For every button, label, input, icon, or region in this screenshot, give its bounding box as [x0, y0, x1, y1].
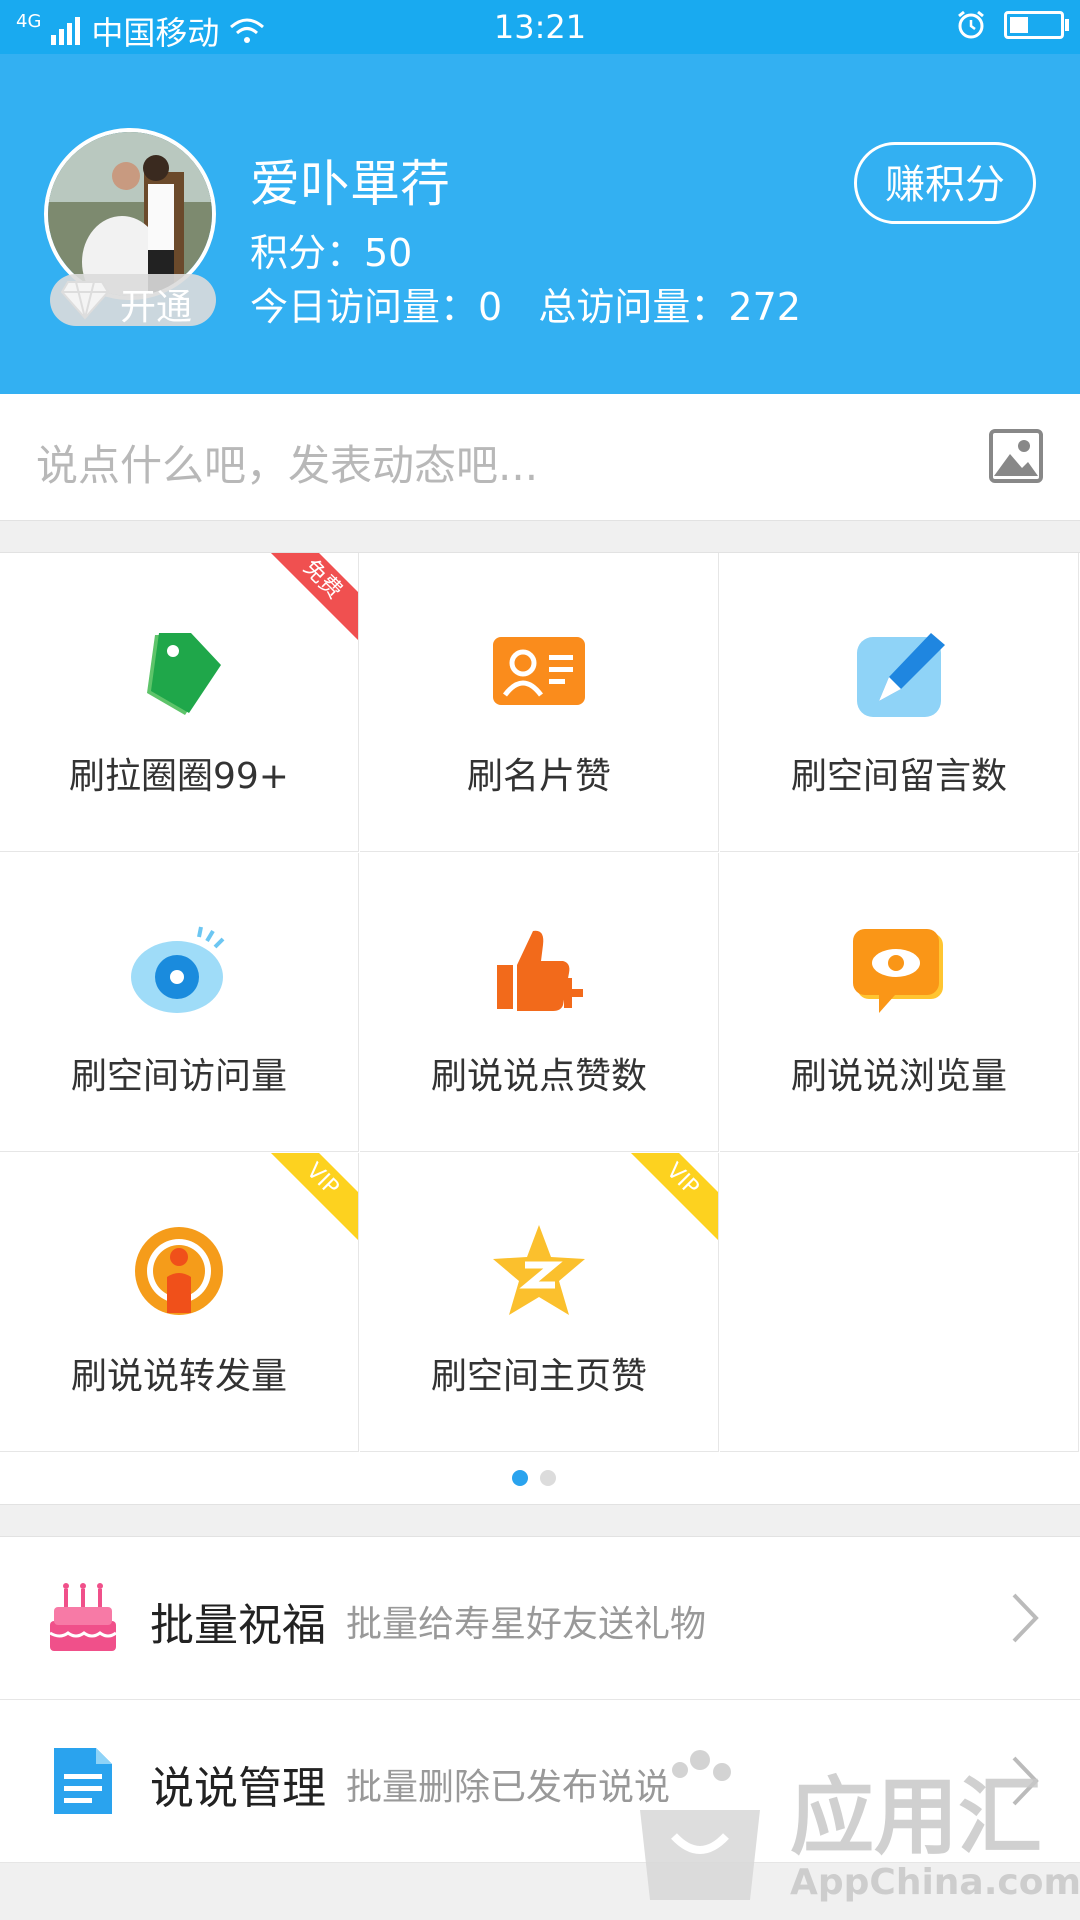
tag-icon — [147, 633, 221, 715]
grid-item-homepage-likes[interactable]: 刷空间主页赞 VIP — [360, 1153, 719, 1452]
page-dot[interactable] — [540, 1470, 556, 1486]
page-dot-active[interactable] — [512, 1470, 528, 1486]
grid-item-label: 刷名片赞 — [466, 756, 611, 797]
document-icon — [54, 1748, 112, 1814]
cake-icon — [49, 1583, 117, 1651]
status-time: 13:21 — [493, 8, 587, 46]
grid-item-label: 刷拉圈圈99+ — [69, 756, 289, 797]
grid-item-label: 刷空间主页赞 — [430, 1356, 647, 1397]
profile-header: 开通 爱卟單荇 积分：50 今日访问量：0 总访问量：272 赚积分 — [0, 54, 1080, 394]
alarm-icon — [958, 10, 984, 39]
username: 爱卟單荇 — [250, 155, 450, 213]
broadcast-person-icon — [135, 1227, 223, 1315]
grid-item-post-likes[interactable]: 刷说说点赞数 — [360, 853, 719, 1152]
thumbs-up-plus-icon — [497, 930, 583, 1011]
grid-item-label: 刷空间留言数 — [790, 756, 1007, 797]
list-item-desc: 批量删除已发布说说 — [346, 1767, 671, 1808]
image-icon[interactable] — [988, 428, 1044, 484]
points-label: 积分：50 — [250, 231, 413, 275]
appchina-watermark: 应用汇 AppChina.com — [630, 1730, 1080, 1920]
post-composer[interactable]: 说点什么吧，发表动态吧... — [0, 394, 1080, 521]
list-item-batch-blessing[interactable]: 批量祝福 批量给寿星好友送礼物 — [0, 1537, 1080, 1700]
watermark-brand: 应用汇 — [790, 1768, 1043, 1866]
grid-item-card-likes[interactable]: 刷名片赞 — [360, 553, 719, 852]
qzone-star-icon — [493, 1225, 585, 1315]
status-right — [956, 10, 1069, 40]
page-indicator — [0, 1452, 1080, 1505]
vip-ribbon: VIP — [620, 1153, 718, 1242]
vip-ribbon: VIP — [260, 1153, 358, 1242]
vip-open-button[interactable]: 开通 — [50, 274, 216, 328]
grid-item-messages[interactable]: 刷空间留言数 — [720, 553, 1079, 852]
list-item-title: 说说管理 — [150, 1763, 326, 1814]
feature-grid: 刷拉圈圈99+ 免费 刷名片赞 刷空间留言数 刷空间访问量 刷说说点赞数 刷说说… — [0, 552, 1080, 1453]
status-bar: 4G 中国移动 13:21 — [0, 0, 1080, 54]
eye-bubble-icon — [853, 929, 943, 1013]
list-item-title: 批量祝福 — [150, 1600, 326, 1651]
diamond-icon — [60, 281, 110, 320]
grid-item-label: 刷说说转发量 — [70, 1356, 287, 1397]
composer-placeholder: 说点什么吧，发表动态吧... — [36, 441, 539, 490]
vip-open-label: 开通 — [120, 287, 193, 328]
battery-icon — [1004, 11, 1069, 39]
id-card-icon — [493, 637, 585, 705]
watermark-site: AppChina.com — [790, 1862, 1080, 1903]
grid-item-post-views[interactable]: 刷说说浏览量 — [720, 853, 1079, 1152]
free-ribbon: 免费 — [260, 553, 358, 642]
grid-item-empty — [720, 1153, 1079, 1452]
grid-item-visits[interactable]: 刷空间访问量 — [0, 853, 359, 1152]
list-item-desc: 批量给寿星好友送礼物 — [346, 1604, 707, 1645]
pen-icon — [857, 633, 945, 717]
eye-icon — [131, 926, 225, 1013]
appchina-logo-icon — [640, 1750, 760, 1900]
earn-points-button[interactable]: 赚积分 — [854, 142, 1036, 224]
grid-item-reposts[interactable]: 刷说说转发量 VIP — [0, 1153, 359, 1452]
grid-item-label: 刷空间访问量 — [70, 1056, 287, 1097]
grid-item-label: 刷说说浏览量 — [790, 1056, 1007, 1097]
visits-label: 今日访问量：0 总访问量：272 — [250, 285, 801, 329]
grid-item-lalaquan[interactable]: 刷拉圈圈99+ 免费 — [0, 553, 359, 852]
chevron-right-icon — [1012, 1593, 1039, 1643]
grid-item-label: 刷说说点赞数 — [430, 1056, 647, 1097]
